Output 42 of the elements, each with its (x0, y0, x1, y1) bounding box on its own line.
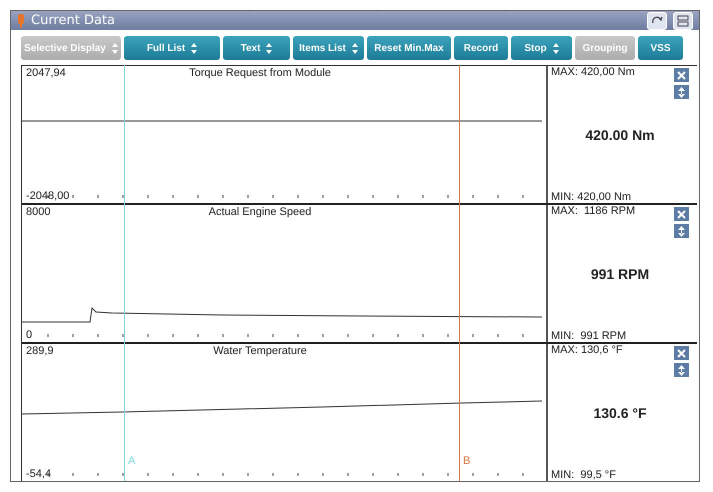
resize-button[interactable] (674, 224, 689, 238)
updown-icon (266, 42, 272, 54)
axis-min-label: 0 (26, 329, 32, 341)
axis-max-label: 2047,94 (26, 67, 66, 79)
resize-button[interactable] (674, 85, 689, 99)
updown-icon (112, 42, 118, 54)
axis-min-label: -2048,00 (26, 190, 70, 202)
resize-button[interactable] (674, 363, 689, 377)
dropdown-button[interactable]: Full List (124, 36, 220, 60)
max-reading: MAX: 1186 RPM (551, 205, 636, 217)
current-value: 991 RPM (590, 266, 650, 282)
current-value: 420.00 Nm (585, 126, 655, 142)
axis-max-label: 8000 (26, 206, 50, 218)
dropdown-button[interactable]: Stop (511, 36, 572, 60)
updown-icon (552, 42, 559, 54)
updown-icon (352, 42, 358, 54)
toolbar-button[interactable]: Reset Min.Max (367, 36, 451, 60)
window-title: Current Data (31, 13, 116, 28)
min-reading: MIN: 991 RPM (551, 330, 628, 342)
graph-title: Water Temperature (213, 345, 307, 357)
cursor-label: B (463, 455, 470, 467)
max-reading: MAX: 130,6 °F (551, 344, 624, 356)
min-reading: MIN: 420,00 Nm (551, 191, 632, 203)
layout-icon[interactable] (673, 12, 693, 30)
updown-icon (191, 42, 198, 54)
close-button[interactable] (674, 346, 689, 360)
current-value: 130.6 °F (593, 404, 647, 420)
toolbar-button[interactable]: Record (454, 36, 508, 60)
max-reading: MAX: 420,00 Nm (551, 66, 636, 78)
refresh-icon[interactable] (647, 12, 667, 30)
axis-min-label: -54,4 (26, 468, 52, 480)
axis-max-label: 289,9 (26, 345, 54, 357)
close-button[interactable] (674, 207, 689, 221)
graph-title: Torque Request from Module (189, 67, 331, 79)
toolbar-button[interactable]: VSS (638, 36, 683, 60)
graph-title: Actual Engine Speed (208, 206, 312, 218)
close-button[interactable] (674, 68, 689, 82)
plug-icon (17, 14, 25, 28)
cursor-label: A (128, 455, 136, 467)
dropdown-button[interactable]: Text (223, 36, 290, 60)
min-reading: MIN: 99,5 °F (551, 469, 617, 481)
dropdown-button[interactable]: Items List (293, 36, 364, 60)
